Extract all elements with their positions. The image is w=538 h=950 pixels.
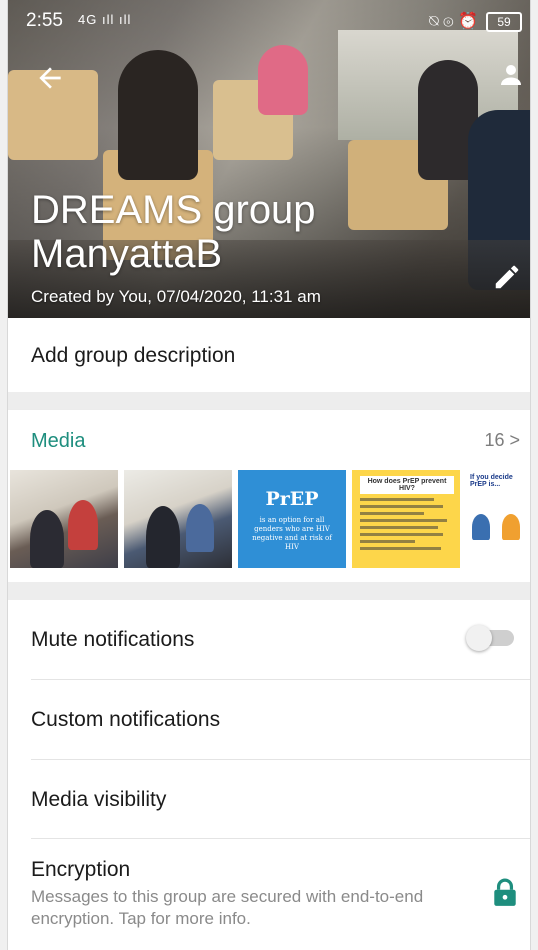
media-thumbnail[interactable] [10, 470, 118, 568]
signal-icon: 4G ıll ıll [78, 12, 132, 27]
media-visibility-row[interactable]: Media visibility [8, 760, 530, 840]
add-description-label: Add group description [31, 344, 236, 367]
photo-person [472, 514, 490, 540]
arrow-left-icon[interactable] [34, 62, 66, 94]
battery-icon: 59 [486, 12, 522, 32]
custom-notifications-label: Custom notifications [31, 708, 221, 731]
mute-toggle[interactable] [466, 625, 514, 651]
photo-person [502, 514, 520, 540]
media-thumbnail[interactable] [124, 470, 232, 568]
media-thumbnail[interactable]: If you decide PrEP is... [466, 470, 530, 568]
photo-person [258, 45, 308, 115]
screen-border-left [0, 0, 8, 950]
divider [31, 838, 530, 839]
lock-icon [494, 878, 516, 906]
media-title: Media [31, 430, 86, 452]
section-gap [8, 582, 530, 600]
group-header-photo[interactable]: 2:55 4G ıll ıll ⍉ ⊚ ⏰ 59 DREAMS group Ma… [8, 0, 530, 318]
mute-notifications-row[interactable]: Mute notifications [8, 600, 530, 680]
photo-person [68, 500, 98, 550]
pencil-icon[interactable] [492, 262, 522, 292]
media-thumbnail[interactable]: PrEP is an option for all genders who ar… [238, 470, 346, 568]
group-name: DREAMS group ManyattaB [31, 188, 316, 276]
settings-list: Mute notifications Custom notifications … [8, 600, 530, 950]
photo-person [30, 510, 64, 568]
add-description-row[interactable]: Add group description [8, 318, 530, 392]
group-info-screen: 2:55 4G ıll ıll ⍉ ⊚ ⏰ 59 DREAMS group Ma… [0, 0, 538, 950]
photo-person [118, 50, 198, 180]
status-icons: ⍉ ⊚ ⏰ [429, 13, 478, 30]
created-info: Created by You, 07/04/2020, 11:31 am [31, 287, 321, 306]
encryption-label: Encryption [31, 858, 131, 881]
custom-notifications-row[interactable]: Custom notifications [8, 680, 530, 760]
status-bar: 2:55 4G ıll ıll ⍉ ⊚ ⏰ 59 [8, 0, 530, 40]
status-time: 2:55 [26, 10, 63, 31]
poster-title: How does PrEP prevent HIV? [360, 476, 454, 494]
person-icon[interactable] [496, 60, 526, 90]
poster-title: PrEP [265, 488, 319, 510]
media-count-link[interactable]: 16 > [484, 430, 520, 451]
media-thumbnail[interactable]: How does PrEP prevent HIV? [352, 470, 460, 568]
toggle-knob [466, 625, 492, 651]
poster-title: If you decide PrEP is... [470, 474, 513, 488]
section-gap [8, 392, 530, 410]
poster-text: is an option for all genders who are HIV… [252, 516, 332, 551]
mute-notifications-label: Mute notifications [31, 628, 195, 651]
photo-person [146, 506, 180, 568]
media-section: Media 16 > PrEP is an option for all gen… [8, 410, 530, 582]
media-visibility-label: Media visibility [31, 788, 167, 811]
photo-person [186, 504, 214, 552]
poster-text-lines [360, 494, 452, 554]
screen-border-right [530, 0, 538, 950]
encryption-description: Messages to this group are secured with … [31, 887, 424, 928]
